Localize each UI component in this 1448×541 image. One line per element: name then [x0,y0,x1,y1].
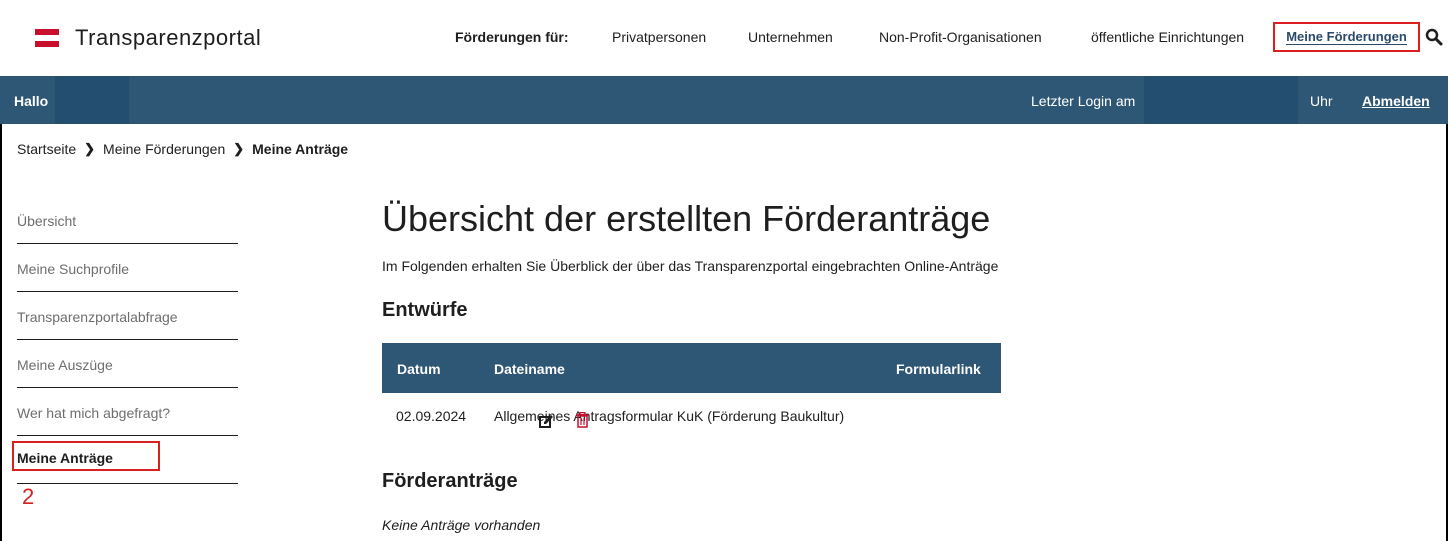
sidebar-item-auszuege[interactable]: Meine Auszüge [17,340,238,388]
row-date: 02.09.2024 [396,408,467,424]
nav-lead-label: Förderungen für: [455,29,569,45]
drafts-table: Datum Dateiname Formularlink 02.09.2024 … [382,343,1001,441]
sidebar-item-label: Transparenzportalabfrage [17,309,178,325]
annotation-highlight-box [12,441,160,471]
nav-item-unternehmen[interactable]: Unternehmen [748,29,833,45]
column-header-dateiname[interactable]: Dateiname [494,361,565,377]
chevron-right-icon: ❯ [233,141,245,156]
empty-state-text: Keine Anträge vorhanden [382,517,541,533]
username-redacted [55,76,129,124]
nav-item-non-profit[interactable]: Non-Profit-Organisationen [879,29,1042,45]
page-title: Übersicht der erstellten Förderanträge [382,198,991,239]
last-login-label: Letzter Login am [1031,93,1136,109]
austria-flag-icon [35,28,59,48]
breadcrumb-item-meine-foerderungen[interactable]: Meine Förderungen [103,141,225,157]
logo-text: Transparenzportal [75,25,262,50]
column-header-formularlink: Formularlink [896,361,981,377]
sidebar-item-label: Meine Suchprofile [17,261,130,277]
breadcrumb: Startseite ❯ Meine Förderungen ❯ Meine A… [17,141,348,157]
nav-item-privatpersonen[interactable]: Privatpersonen [612,29,706,45]
site-logo[interactable]: Transparenzportal [35,25,262,50]
sidebar-item-label: Übersicht [17,213,77,229]
user-bar: Hallo Letzter Login am Uhr Abmelden [0,76,1448,124]
time-suffix: Uhr [1310,93,1333,109]
trash-icon[interactable] [576,412,589,428]
drafts-heading: Entwürfe [382,299,468,321]
sidebar-item-label: Wer hat mich abgefragt? [17,405,171,421]
breadcrumb-item-startseite[interactable]: Startseite [17,141,76,157]
sidebar-item-label: Meine Auszüge [17,357,113,373]
edit-icon[interactable] [539,414,554,429]
column-header-datum[interactable]: Datum [397,361,441,377]
greeting: Hallo [14,93,49,109]
sidebar-item-uebersicht[interactable]: Übersicht [17,196,238,244]
last-login-redacted [1144,76,1298,124]
sidebar-item-transparenzportalabfrage[interactable]: Transparenzportalabfrage [17,292,238,340]
sidebar-item-suchprofile[interactable]: Meine Suchprofile [17,244,238,292]
intro-text: Im Folgenden erhalten Sie Überblick der … [382,258,999,274]
nav-item-oeffentliche-einrichtungen[interactable]: öffentliche Einrichtungen [1091,29,1244,45]
site-header: Transparenzportal Förderungen für: Priva… [0,0,1448,76]
chevron-right-icon: ❯ [84,141,96,156]
breadcrumb-item-current: Meine Anträge [252,141,349,157]
table-row: 02.09.2024 Allgemeines Antragsformular K… [382,393,1001,441]
meine-foerderungen-label: Meine Förderungen [1286,29,1407,45]
sidebar-item-abgefragt[interactable]: Wer hat mich abgefragt? [17,388,238,436]
annotation-step-number: 2 [22,484,35,509]
table-header: Datum Dateiname Formularlink [382,343,1001,393]
search-icon[interactable] [1425,28,1443,46]
meine-foerderungen-button[interactable]: Meine Förderungen [1273,22,1420,52]
logout-link[interactable]: Abmelden [1362,93,1430,109]
applications-heading: Förderanträge [382,470,518,492]
